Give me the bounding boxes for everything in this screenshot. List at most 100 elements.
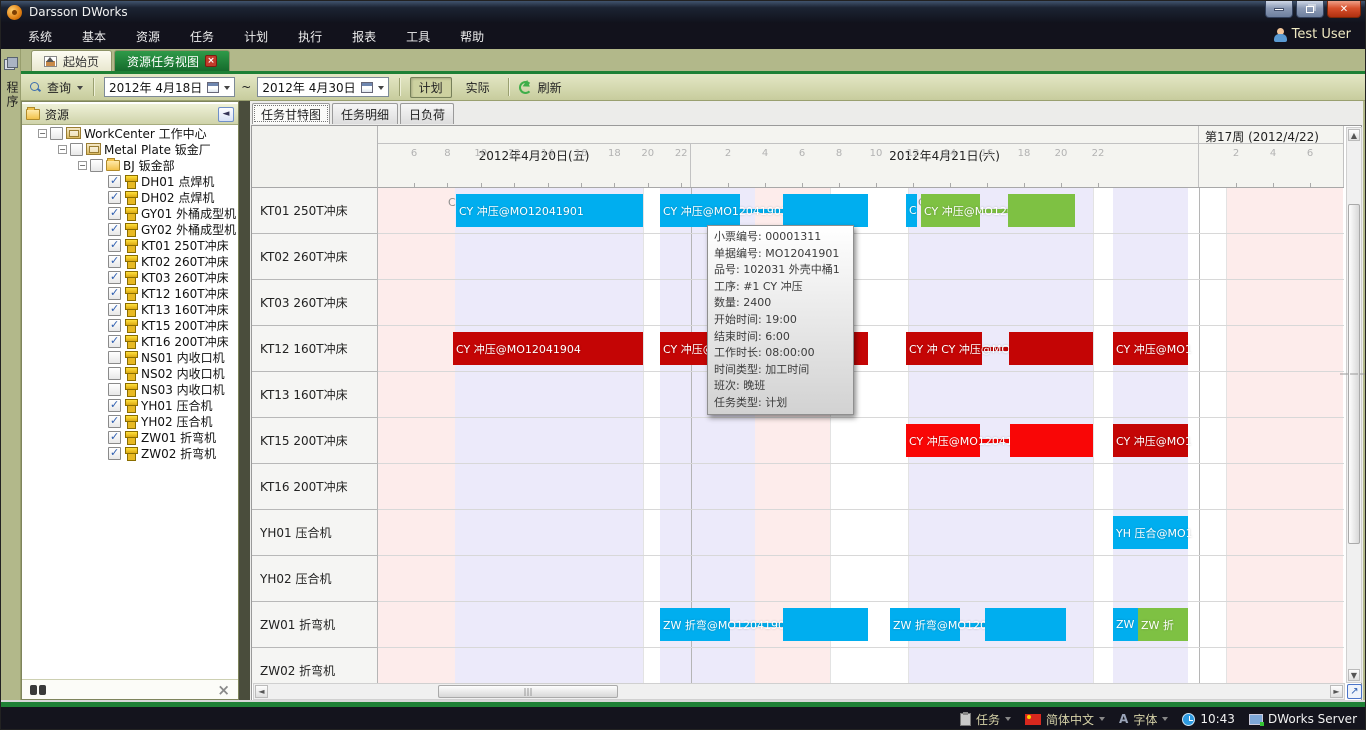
scroll-left-icon[interactable]: ◄ (255, 685, 268, 698)
tree-item-KT02[interactable]: KT02 260T冲床 (22, 253, 238, 269)
tree-item-Metal[interactable]: −Metal Plate 钣金厂 (22, 141, 238, 157)
close-button[interactable]: ✕ (1327, 1, 1361, 18)
tree-checkbox[interactable] (108, 223, 121, 236)
tree-item-NS01[interactable]: NS01 内收口机 (22, 349, 238, 365)
task-bar[interactable] (985, 608, 1066, 641)
task-bar[interactable]: CY 冲压@MO12041902 (921, 194, 980, 227)
restore-button[interactable] (1296, 1, 1324, 18)
scroll-right-icon[interactable]: ► (1330, 685, 1343, 698)
tree-checkbox[interactable] (70, 143, 83, 156)
date-from-dropdown-icon[interactable] (224, 86, 230, 93)
expand-corner-button[interactable]: ↗ (1347, 684, 1362, 699)
tree-item-ZW02[interactable]: ZW02 折弯机 (22, 445, 238, 461)
panel-splitter[interactable] (239, 101, 250, 700)
tree-checkbox[interactable] (108, 431, 121, 444)
query-dropdown-icon[interactable] (77, 86, 83, 93)
tree-checkbox[interactable] (108, 335, 121, 348)
dropdown-caret-icon[interactable] (1099, 717, 1105, 724)
tree-item-NS03[interactable]: NS03 内收口机 (22, 381, 238, 397)
scroll-down-icon[interactable]: ▼ (1348, 669, 1360, 681)
minimize-button[interactable] (1265, 1, 1293, 18)
vertical-scrollbar[interactable]: ▲ ▼ (1346, 127, 1362, 683)
menu-item-7[interactable]: 工具 (391, 24, 445, 49)
tree-checkbox[interactable] (108, 367, 121, 380)
tree-item-DH02[interactable]: DH02 点焊机 (22, 189, 238, 205)
plan-toggle-button[interactable]: 计划 (410, 77, 452, 98)
tree-item-KT03[interactable]: KT03 260T冲床 (22, 269, 238, 285)
tree-checkbox[interactable] (90, 159, 103, 172)
find-icon[interactable] (30, 685, 46, 695)
tree-checkbox[interactable] (108, 319, 121, 332)
date-to-field[interactable]: 2012年 4月30日 (257, 77, 388, 97)
view-tab-1[interactable]: 任务明细 (332, 103, 398, 124)
tree-checkbox[interactable] (108, 447, 121, 460)
tree-checkbox[interactable] (108, 207, 121, 220)
tree-item-GY02[interactable]: GY02 外桶成型机 (22, 221, 238, 237)
tree-item-KT13[interactable]: KT13 160T冲床 (22, 301, 238, 317)
status-item-clock[interactable]: 10:43 (1182, 712, 1235, 726)
task-bar[interactable]: CY 冲压@MO12041904 (453, 332, 643, 365)
tree-item-NS02[interactable]: NS02 内收口机 (22, 365, 238, 381)
tree-checkbox[interactable] (108, 191, 121, 204)
dropdown-caret-icon[interactable] (1162, 717, 1168, 724)
task-bar[interactable]: ZW 折弯@MO12041901 (660, 608, 730, 641)
menu-item-1[interactable]: 基本 (67, 24, 121, 49)
tree-expander-icon[interactable]: − (58, 145, 67, 154)
query-button[interactable]: 查询 (47, 79, 71, 96)
task-bar[interactable]: ZW 折 (1138, 608, 1188, 641)
tree-checkbox[interactable] (108, 415, 121, 428)
tree-checkbox[interactable] (108, 351, 121, 364)
tree-item-KT15[interactable]: KT15 200T冲床 (22, 317, 238, 333)
vertical-scroll-thumb[interactable] (1348, 204, 1360, 544)
tree-item-BJ[interactable]: −BJ 钣金部 (22, 157, 238, 173)
calendar-icon[interactable] (361, 82, 373, 93)
tree-expander-icon[interactable]: − (38, 129, 47, 138)
task-bar[interactable] (1009, 332, 1093, 365)
status-item-flag[interactable]: 简体中文 (1025, 711, 1105, 728)
menu-item-4[interactable]: 计划 (229, 24, 283, 49)
calendar-icon[interactable] (207, 82, 219, 93)
task-bar[interactable]: CY 冲压@MO12041903 (906, 424, 980, 457)
task-bar[interactable]: CY 冲压@MO12041901 (660, 194, 740, 227)
tree-item-KT01[interactable]: KT01 250T冲床 (22, 237, 238, 253)
tree-checkbox[interactable] (108, 303, 121, 316)
task-bar[interactable]: ZW 折弯@MO12041901 (890, 608, 960, 641)
tree-item-WorkCenter[interactable]: −WorkCenter 工作中心 (22, 125, 238, 141)
scroll-up-icon[interactable]: ▲ (1348, 129, 1360, 141)
tree-item-ZW01[interactable]: ZW01 折弯机 (22, 429, 238, 445)
task-bar[interactable] (783, 608, 868, 641)
tree-checkbox[interactable] (108, 239, 121, 252)
tree-item-DH01[interactable]: DH01 点焊机 (22, 173, 238, 189)
status-item-font[interactable]: A字体 (1119, 711, 1168, 728)
status-item-server[interactable]: DWorks Server (1249, 712, 1357, 726)
status-item-clipboard[interactable]: 任务 (960, 711, 1011, 728)
horizontal-scrollbar[interactable]: ◄ ► (253, 683, 1345, 700)
tree-item-YH01[interactable]: YH01 压合机 (22, 397, 238, 413)
tree-expander-icon[interactable]: − (78, 161, 87, 170)
tree-checkbox[interactable] (50, 127, 63, 140)
view-tab-2[interactable]: 日负荷 (400, 103, 454, 124)
menu-item-6[interactable]: 报表 (337, 24, 391, 49)
menu-item-0[interactable]: 系统 (13, 24, 67, 49)
tree-checkbox[interactable] (108, 287, 121, 300)
clear-filter-icon[interactable]: × (217, 685, 230, 695)
menu-item-3[interactable]: 任务 (175, 24, 229, 49)
tree-item-KT16[interactable]: KT16 200T冲床 (22, 333, 238, 349)
collapsed-panel-strip[interactable]: 程序 (1, 49, 21, 700)
actual-toggle-button[interactable]: 实际 (458, 77, 498, 98)
task-bar[interactable] (1010, 424, 1093, 457)
task-bar[interactable] (783, 194, 868, 227)
task-bar[interactable]: CY 冲压@MO1 (1113, 332, 1188, 365)
view-tab-0[interactable]: 任务甘特图 (252, 103, 330, 124)
tab-close-icon[interactable]: × (205, 55, 217, 67)
tree-checkbox[interactable] (108, 271, 121, 284)
tab-resource-task-view[interactable]: 资源任务视图 × (114, 50, 230, 71)
date-from-field[interactable]: 2012年 4月18日 (104, 77, 235, 97)
tree-checkbox[interactable] (108, 175, 121, 188)
task-bar[interactable] (1008, 194, 1075, 227)
menu-item-5[interactable]: 执行 (283, 24, 337, 49)
tree-item-YH02[interactable]: YH02 压合机 (22, 413, 238, 429)
tree-checkbox[interactable] (108, 399, 121, 412)
task-bar[interactable]: ZW (1113, 608, 1138, 641)
tree-checkbox[interactable] (108, 383, 121, 396)
